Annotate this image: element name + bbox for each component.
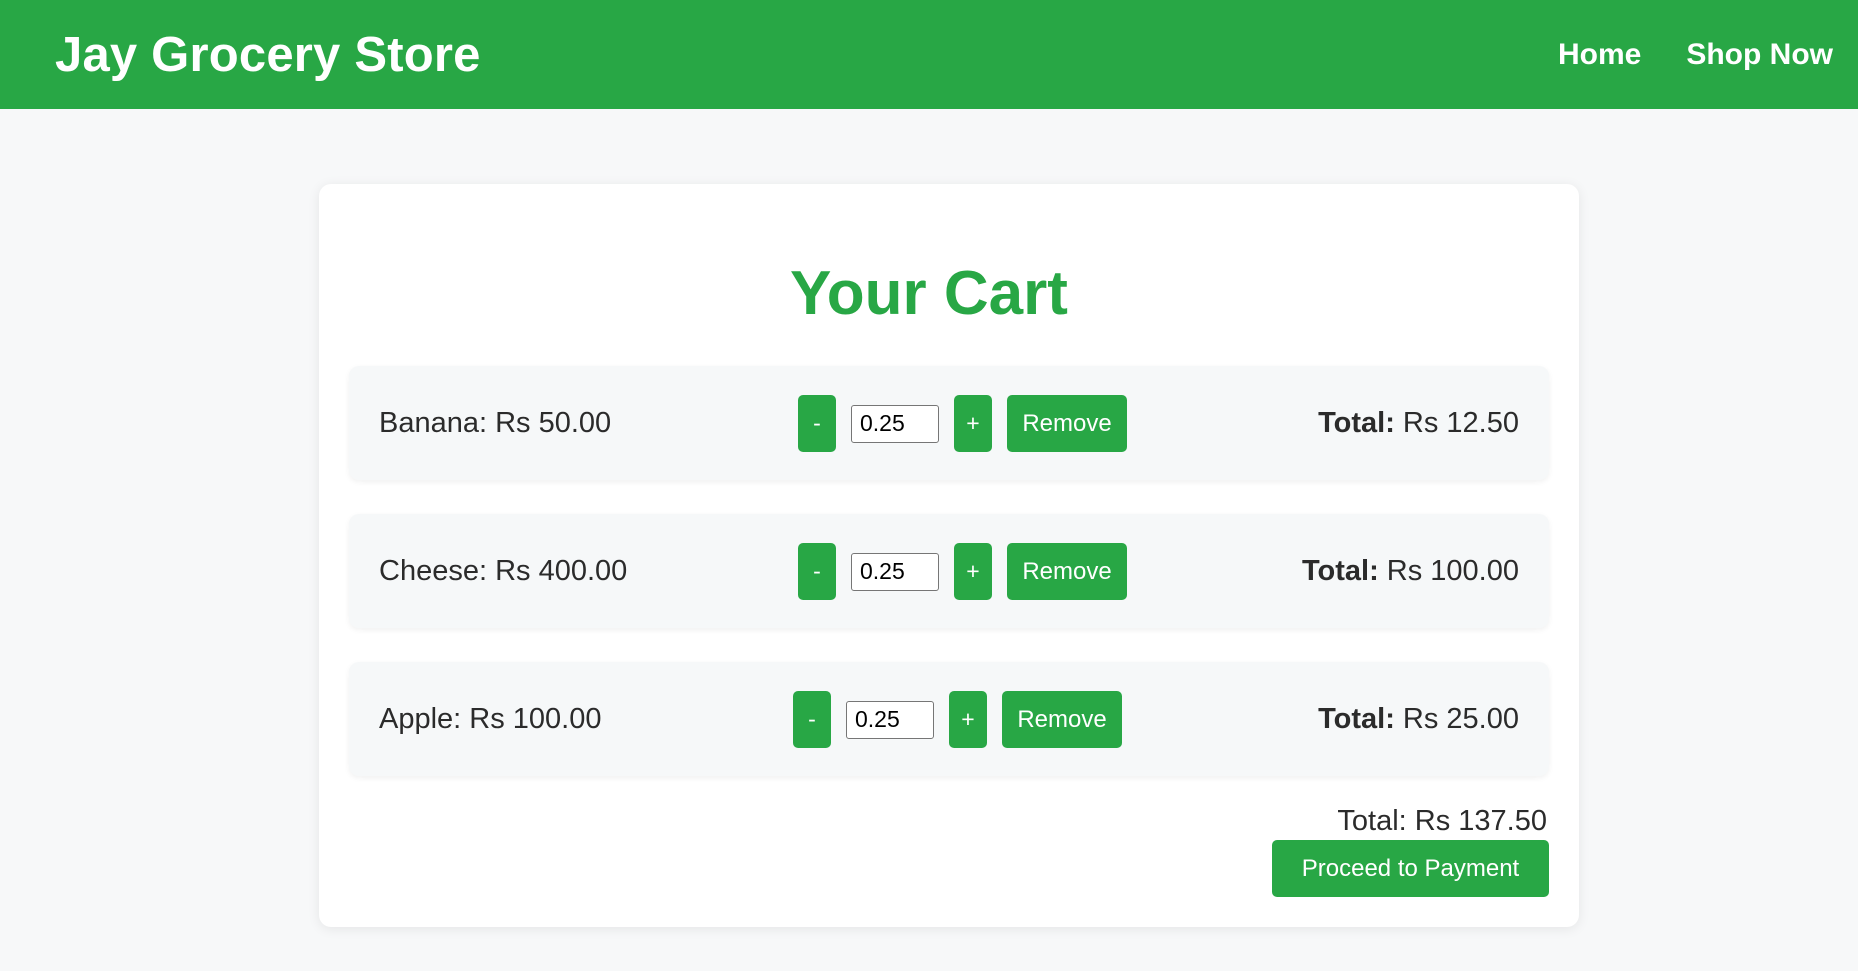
proceed-to-payment-button[interactable]: Proceed to Payment [1272,840,1549,897]
item-name-price: Apple: Rs 100.00 [379,703,602,735]
cart-title-wrap: Your Cart [0,0,1858,340]
item-total: Total: Rs 100.00 [1302,514,1519,628]
cart-item-banana: Banana: Rs 50.00 - + Remove Total: Rs 12… [349,366,1549,480]
item-total-label: Total: [1318,407,1395,439]
cart-item-apple: Apple: Rs 100.00 - + Remove Total: Rs 25… [349,662,1549,776]
item-total: Total: Rs 25.00 [1318,662,1519,776]
decrease-quantity-button[interactable]: - [793,691,831,748]
remove-item-button[interactable]: Remove [1002,691,1122,748]
item-total-value: Rs 25.00 [1394,703,1519,735]
cart-grand-total: Total: Rs 137.50 [1337,805,1547,837]
quantity-controls: - + Remove [793,691,1122,748]
remove-item-button[interactable]: Remove [1007,543,1127,600]
quantity-controls: - + Remove [798,543,1127,600]
item-total-value: Rs 12.50 [1394,407,1519,439]
item-name-price: Banana: Rs 50.00 [379,407,612,439]
item-total: Total: Rs 12.50 [1318,366,1519,480]
decrease-quantity-button[interactable]: - [798,395,836,452]
item-total-label: Total: [1301,555,1379,587]
decrease-quantity-button[interactable]: - [798,543,836,600]
increase-quantity-button[interactable]: + [954,543,992,600]
remove-item-button[interactable]: Remove [1007,395,1127,452]
page-title: Your Cart [790,259,1068,328]
quantity-input[interactable] [851,552,939,591]
quantity-input[interactable] [846,700,934,739]
item-total-value: Rs 100.00 [1378,555,1519,587]
increase-quantity-button[interactable]: + [949,691,987,748]
item-total-label: Total: [1318,703,1395,735]
quantity-input[interactable] [851,404,939,443]
cart-item-cheese: Cheese: Rs 400.00 - + Remove Total: Rs 1… [349,514,1549,628]
increase-quantity-button[interactable]: + [954,395,992,452]
item-name-price: Cheese: Rs 400.00 [379,555,628,587]
quantity-controls: - + Remove [798,395,1127,452]
